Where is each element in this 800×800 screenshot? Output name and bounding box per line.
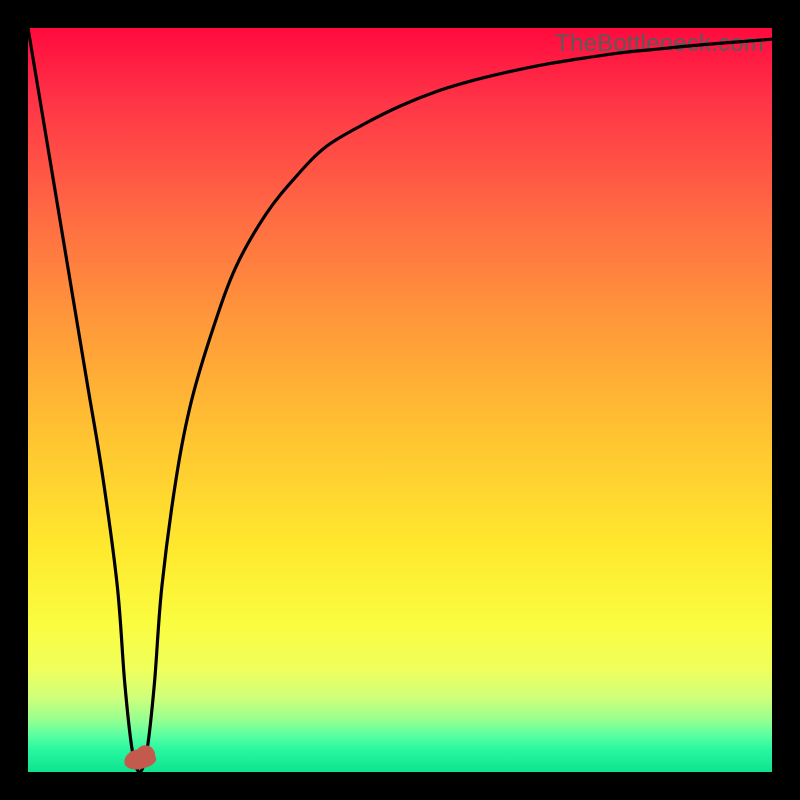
curve-path [28,28,772,772]
chart-stage: TheBottleneck.com [0,0,800,800]
plot-area: TheBottleneck.com [28,28,772,772]
bottleneck-curve [28,28,772,772]
